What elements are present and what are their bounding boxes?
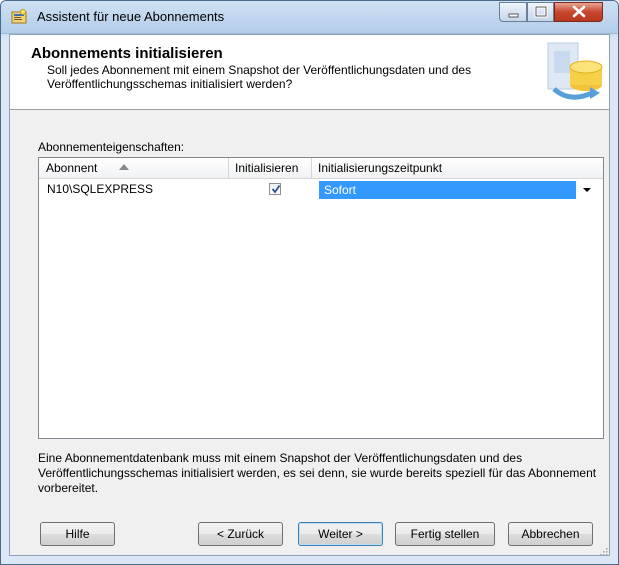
wizard-window: Assistent für neue Abonnements Abonnemen… <box>0 0 619 565</box>
title-bar[interactable]: Assistent für neue Abonnements <box>1 1 618 34</box>
subscriber-cell: N10\SQLEXPRESS <box>47 182 154 196</box>
back-button-label: < Zurück <box>216 527 264 541</box>
next-button-label: Weiter > <box>318 527 363 541</box>
database-sync-icon <box>540 41 606 105</box>
cancel-button-label: Abbrechen <box>521 527 580 541</box>
sort-ascending-icon <box>119 164 129 170</box>
initialize-checkbox[interactable] <box>269 183 281 195</box>
close-icon <box>572 5 586 18</box>
table-row[interactable]: N10\SQLEXPRESS Sofort <box>39 179 603 201</box>
dropdown-arrow-icon[interactable] <box>583 188 591 192</box>
column-header-label: Initialisierungszeitpunkt <box>318 161 443 175</box>
wizard-app-icon <box>11 9 27 25</box>
resize-grip-icon[interactable] <box>598 545 608 556</box>
back-button[interactable]: < Zurück <box>198 522 283 546</box>
timing-dropdown[interactable]: Sofort <box>319 181 597 199</box>
grid-header: Abonnent Initialisieren Initialisierungs… <box>39 158 603 179</box>
column-header-timing[interactable]: Initialisierungszeitpunkt <box>312 158 603 178</box>
finish-button[interactable]: Fertig stellen <box>395 522 495 546</box>
page-description: Soll jedes Abonnement mit einem Snapshot… <box>47 63 472 91</box>
next-button[interactable]: Weiter > <box>298 522 383 546</box>
window-title: Assistent für neue Abonnements <box>37 9 225 24</box>
page-title: Abonnements initialisieren <box>31 45 223 62</box>
properties-label: Abonnementeigenschaften: <box>38 140 185 154</box>
wizard-header: Abonnements initialisieren Soll jedes Ab… <box>10 35 609 110</box>
info-text: Eine Abonnementdatenbank muss mit einem … <box>38 451 597 495</box>
maximize-button[interactable] <box>527 2 554 22</box>
timing-selected-value: Sofort <box>319 181 576 199</box>
column-header-label: Abonnent <box>46 161 98 175</box>
close-button[interactable] <box>554 2 603 22</box>
maximize-icon <box>534 5 548 18</box>
column-header-subscriber[interactable]: Abonnent <box>39 158 229 178</box>
checkmark-icon <box>271 184 281 194</box>
cancel-button[interactable]: Abbrechen <box>508 522 593 546</box>
minimize-button[interactable] <box>499 2 527 22</box>
minimize-icon <box>508 13 519 18</box>
column-header-label: Initialisieren <box>235 161 299 175</box>
help-button-label: Hilfe <box>65 527 90 541</box>
column-header-initialize[interactable]: Initialisieren <box>229 158 312 178</box>
wizard-content: Abonnements initialisieren Soll jedes Ab… <box>9 34 610 556</box>
finish-button-label: Fertig stellen <box>410 527 480 541</box>
help-button[interactable]: Hilfe <box>40 522 115 546</box>
subscription-properties-grid[interactable]: Abonnent Initialisieren Initialisierungs… <box>38 157 604 439</box>
